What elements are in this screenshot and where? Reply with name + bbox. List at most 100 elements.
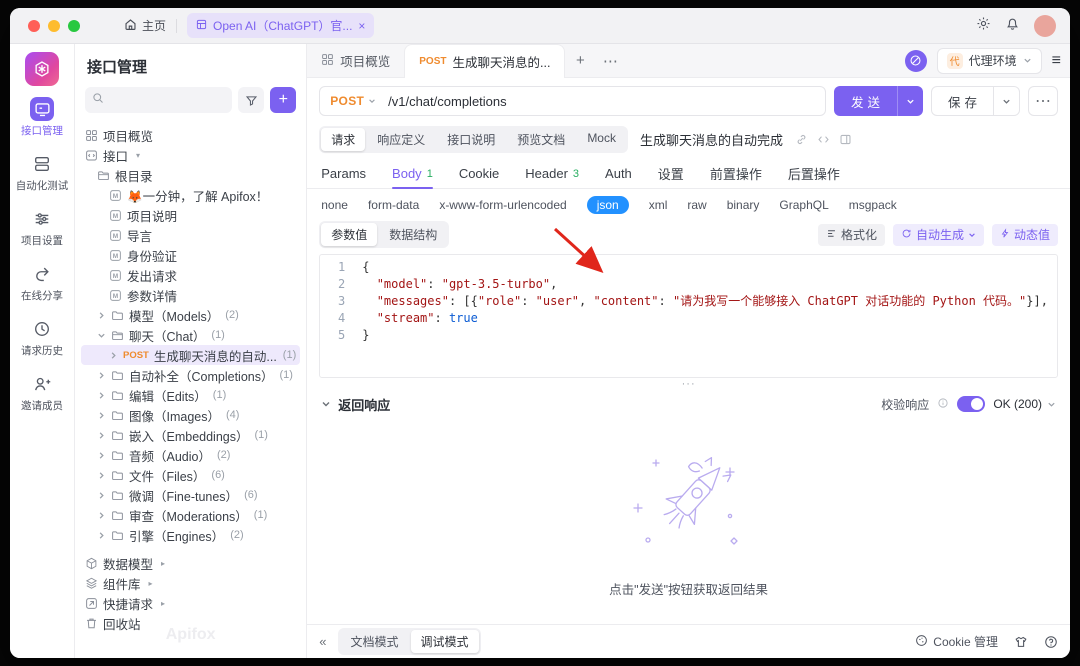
project-tab[interactable]: Open AI（ChatGPT）官... × [187,13,374,38]
request-tab-body[interactable]: Body1 [392,159,433,188]
request-tab-设置[interactable]: 设置 [658,159,684,188]
view-mode-tab-0[interactable]: 文档模式 [340,630,408,653]
tab-more-button[interactable]: ⋯ [595,44,625,77]
tree-item[interactable]: 文件（Files）(6) [81,465,300,485]
body-type-graphql[interactable]: GraphQL [779,198,828,212]
request-tab-auth[interactable]: Auth [605,159,632,188]
tree-item[interactable]: 数据模型▸ [81,553,300,573]
request-tab-params[interactable]: Params [321,159,366,188]
tree-item[interactable]: M发出请求 [81,265,300,285]
zoom-window-button[interactable] [68,20,80,32]
tree-item[interactable]: 接口▾ [81,145,300,165]
request-tab-cookie[interactable]: Cookie [459,159,499,188]
doc-mode-tab-2[interactable]: 接口说明 [437,128,505,151]
validate-response-toggle[interactable] [957,396,985,412]
editor-mode-tab-1[interactable]: 数据结构 [379,223,447,246]
chevron-right-icon[interactable] [97,511,106,520]
tree-item[interactable]: 快捷请求▸ [81,593,300,613]
project-logo[interactable] [25,52,59,86]
collapse-response-icon[interactable] [321,399,331,409]
body-type-xml[interactable]: xml [649,198,668,212]
method-dropdown[interactable]: POST [330,94,376,108]
tree-item[interactable]: 根目录 [81,165,300,185]
chevron-right-icon[interactable] [97,411,106,420]
request-more-button[interactable]: ⋯ [1028,86,1058,116]
tree-item[interactable]: 微调（Fine-tunes）(6) [81,485,300,505]
tree-item[interactable]: 审查（Moderations）(1) [81,505,300,525]
doc-mode-tab-3[interactable]: 预览文档 [507,128,575,151]
tree-item[interactable]: 音频（Audio）(2) [81,445,300,465]
save-button[interactable]: 保存 [931,86,1020,116]
body-type-msgpack[interactable]: msgpack [849,198,897,212]
tree-item[interactable]: 图像（Images）(4) [81,405,300,425]
copy-link-icon[interactable] [795,133,808,146]
request-tab-前置操作[interactable]: 前置操作 [710,159,762,188]
notifications-bell-icon[interactable] [1005,16,1020,36]
tree-item[interactable]: 自动补全（Completions）(1) [81,365,300,385]
tree-item[interactable]: 编辑（Edits）(1) [81,385,300,405]
settings-gear-icon[interactable] [976,16,991,36]
layout-panel-icon[interactable] [839,133,852,146]
user-avatar[interactable] [1034,15,1056,37]
view-mode-tab-1[interactable]: 调试模式 [411,630,479,653]
auto-generate-button[interactable]: 自动生成 [893,224,984,246]
chevron-right-icon[interactable] [109,351,118,360]
tree-item[interactable]: 组件库▸ [81,573,300,593]
send-options-chevron[interactable] [897,86,923,116]
code-icon[interactable] [817,133,830,146]
tree-item-selected[interactable]: POST生成聊天消息的自动...(1) [81,345,300,365]
request-tab-后置操作[interactable]: 后置操作 [788,159,840,188]
response-status-dropdown[interactable]: OK (200) [993,397,1056,411]
chevron-down-icon[interactable] [97,331,106,340]
body-type-binary[interactable]: binary [727,198,760,212]
editor-code[interactable]: { "model": "gpt-3.5-turbo", "messages": … [354,255,1048,377]
format-button[interactable]: 格式化 [818,224,885,246]
doc-mode-tab-1[interactable]: 响应定义 [367,128,435,151]
tree-item[interactable]: M🦊一分钟，了解 Apifox！ [81,185,300,205]
document-tab-0[interactable]: 项目概览 [307,44,404,77]
environment-selector[interactable]: 代 代理环境 [937,48,1042,74]
close-window-button[interactable] [28,20,40,32]
editor-mode-tab-0[interactable]: 参数值 [321,223,377,246]
search-box[interactable] [85,87,232,113]
chevron-right-icon[interactable] [97,391,106,400]
rail-item-online-share[interactable]: 在线分享 [16,263,69,303]
tree-item[interactable]: M身份验证 [81,245,300,265]
send-button[interactable]: 发送 [834,86,923,116]
rail-item-request-history[interactable]: 请求历史 [16,318,69,358]
tree-item[interactable]: 嵌入（Embeddings）(1) [81,425,300,445]
tree-item[interactable]: 聊天（Chat）(1) [81,325,300,345]
help-icon[interactable] [1044,635,1058,649]
json-body-editor[interactable]: 12345 { "model": "gpt-3.5-turbo", "messa… [319,254,1058,378]
chevron-right-icon[interactable] [97,431,106,440]
body-type-raw[interactable]: raw [687,198,706,212]
add-api-button[interactable]: + [270,87,296,113]
body-type-json[interactable]: json [587,196,629,214]
proxy-status-icon[interactable] [905,50,927,72]
tree-item[interactable]: 回收站 [81,613,300,633]
tree-item[interactable]: M导言 [81,225,300,245]
chevron-right-icon[interactable] [97,531,106,540]
chevron-right-icon[interactable] [97,371,106,380]
chevron-right-icon[interactable] [97,491,106,500]
filter-button[interactable] [238,87,264,113]
rail-item-invite-member[interactable]: 邀请成员 [16,373,69,413]
collapse-sidebar-icon[interactable]: « [319,634,326,649]
theme-shirt-icon[interactable] [1014,635,1028,649]
save-options-chevron[interactable] [993,87,1019,115]
chevron-right-icon[interactable] [97,311,106,320]
body-type-x-www-form-urlencoded[interactable]: x-www-form-urlencoded [439,198,566,212]
request-tab-header[interactable]: Header3 [525,159,579,188]
body-type-form-data[interactable]: form-data [368,198,419,212]
home-tab[interactable]: 主页 [124,17,166,34]
project-tab-close-icon[interactable]: × [358,19,365,33]
new-tab-button[interactable]: + [565,44,595,77]
tree-item[interactable]: M参数详情 [81,285,300,305]
tree-item[interactable]: 项目概览 [81,125,300,145]
rail-item-automation-test[interactable]: 自动化测试 [16,153,69,193]
document-tab-1[interactable]: POST生成聊天消息的... [404,44,565,78]
search-input[interactable] [109,93,225,107]
doc-mode-tab-4[interactable]: Mock [577,128,626,151]
chevron-right-icon[interactable] [97,451,106,460]
rail-item-api-management[interactable]: 接口管理 [16,98,69,138]
